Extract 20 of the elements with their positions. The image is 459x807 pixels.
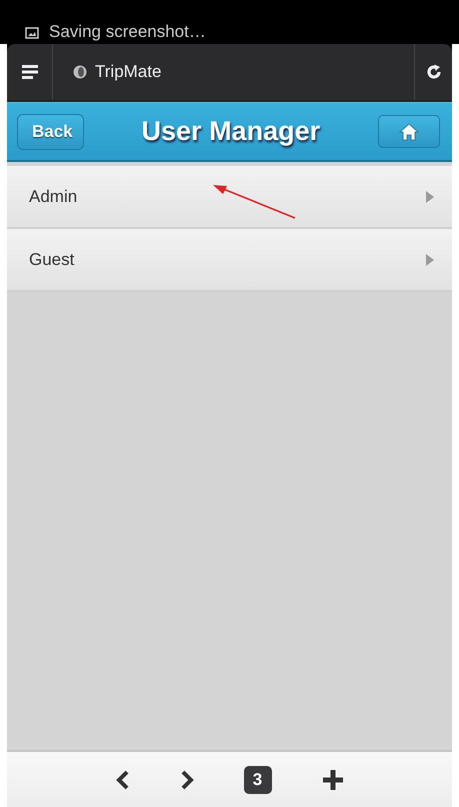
- user-list-item[interactable]: Guest: [7, 229, 452, 292]
- reload-icon: [426, 64, 442, 80]
- chevron-icon: [426, 190, 434, 202]
- back-arrow-button[interactable]: [116, 770, 130, 790]
- chevron-left-icon: [116, 770, 130, 790]
- home-icon: [399, 122, 419, 140]
- site-icon: [73, 65, 87, 79]
- add-tab-button[interactable]: [322, 768, 344, 790]
- user-list-item[interactable]: Admin: [7, 166, 452, 229]
- notification-text: Saving screenshot…: [49, 22, 206, 42]
- tab-count-button[interactable]: 3: [244, 766, 272, 794]
- chevron-icon: [426, 254, 434, 266]
- page-title: TripMate: [95, 62, 162, 82]
- chevron-right-icon: [180, 770, 194, 790]
- menu-icon: [22, 65, 38, 79]
- plus-icon: [322, 768, 344, 790]
- image-icon: [25, 27, 39, 39]
- home-button[interactable]: [378, 115, 440, 148]
- forward-arrow-button[interactable]: [180, 770, 194, 790]
- page-heading: User Manager: [142, 116, 320, 147]
